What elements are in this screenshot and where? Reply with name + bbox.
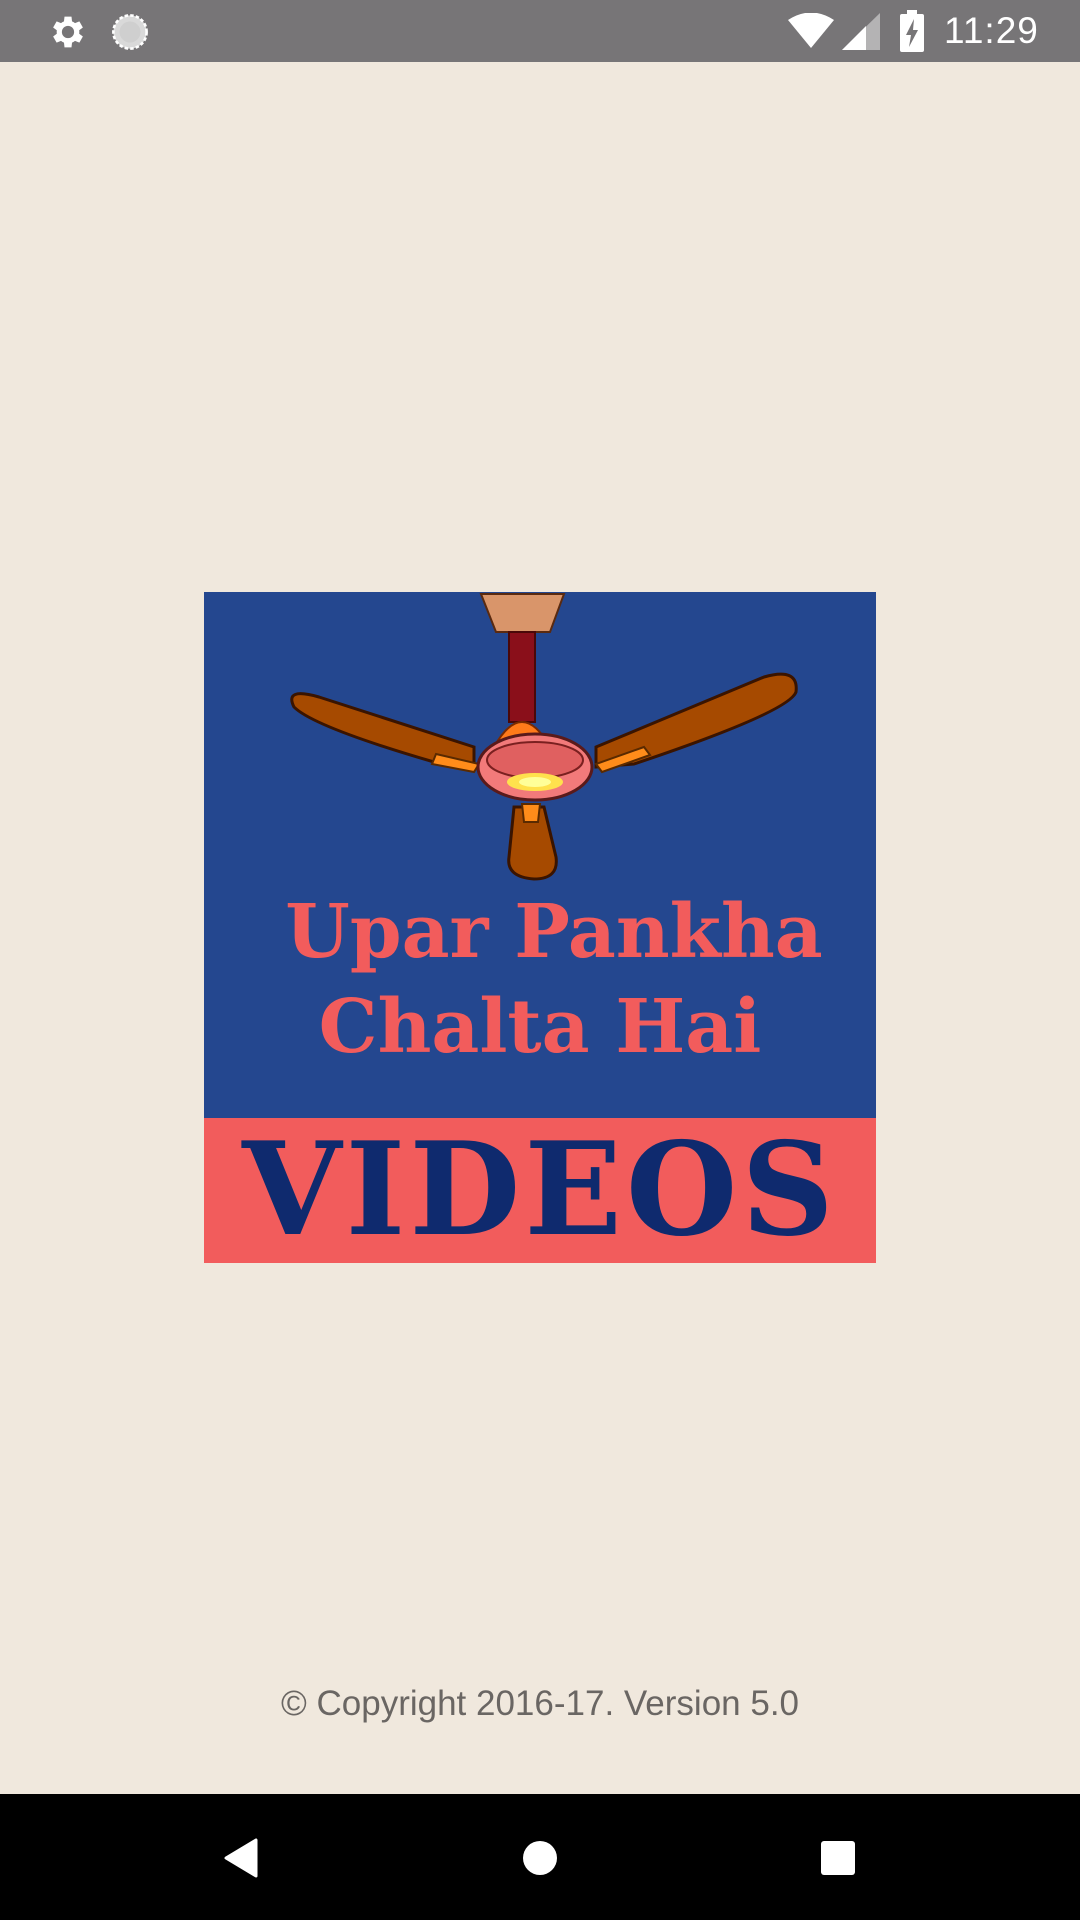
gear-icon xyxy=(53,16,83,48)
sync-icon xyxy=(112,14,148,50)
battery-charging-icon xyxy=(900,10,924,52)
logo-title-line2: Chalta Hai xyxy=(318,984,762,1070)
navigation-bar xyxy=(0,1794,1080,1920)
recent-apps-icon[interactable] xyxy=(810,1830,866,1886)
app-logo: Upar Pankha Chalta Hai VIDEOS xyxy=(204,592,876,1263)
logo-banner-text: VIDEOS xyxy=(242,1115,838,1265)
status-bar: 11:29 xyxy=(0,0,1080,62)
copyright-text: © Copyright 2016-17. Version 5.0 xyxy=(280,1684,800,1723)
back-icon[interactable] xyxy=(214,1830,270,1886)
logo-title-line1: Upar Pankha xyxy=(285,889,823,975)
status-time: 11:29 xyxy=(944,10,1039,51)
signal-icon xyxy=(842,13,880,50)
wifi-icon xyxy=(788,13,834,48)
home-icon[interactable] xyxy=(512,1830,568,1886)
